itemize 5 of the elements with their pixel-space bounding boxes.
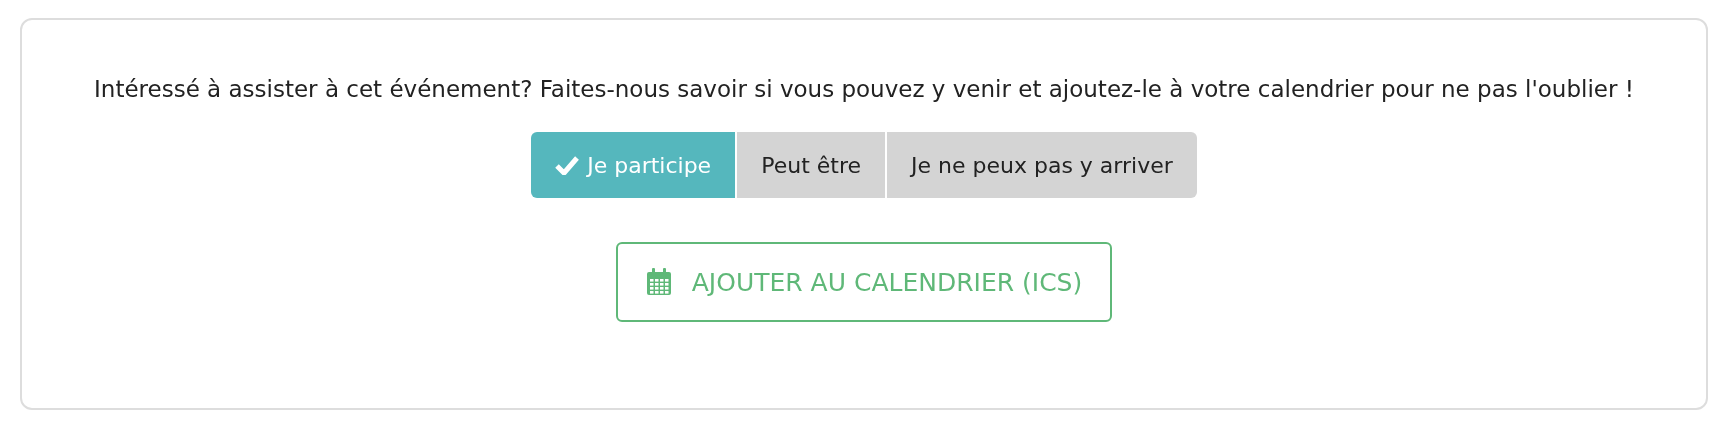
rsvp-option[interactable]: Peut être: [737, 132, 885, 198]
calendar-icon: [645, 268, 672, 296]
checkmark-icon: [555, 155, 580, 175]
invitation-message: Intéressé à assister à cet événement? Faites-nous savoir si vous pouvez y venir et ajoutez-le à votre calendrier pour ne pas l'oublier !: [94, 75, 1634, 104]
rsvp-option[interactable]: Je ne peux pas y arriver: [887, 132, 1197, 198]
